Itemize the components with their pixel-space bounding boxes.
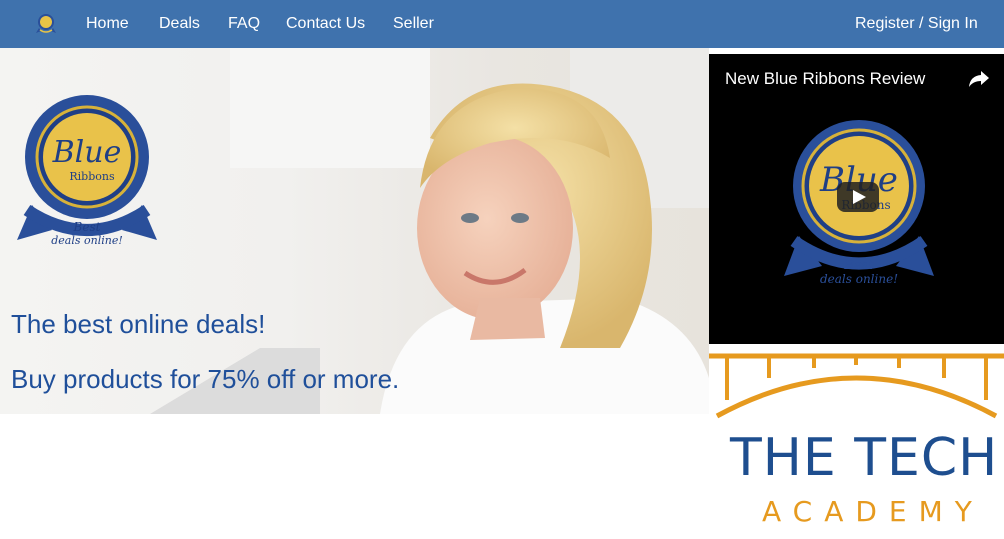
tech-academy-title: THE TECH [730,428,999,488]
video-title[interactable]: New Blue Ribbons Review [725,69,925,89]
badge-ribbons-text: Ribbons [69,170,115,183]
top-navbar: Home Deals FAQ Contact Us Seller Registe… [0,0,1004,48]
badge-best-text: Best [73,220,101,234]
nav-contact-link[interactable]: Contact Us [286,14,365,34]
video-embed[interactable]: New Blue Ribbons Review Blue Ribbons Bes… [709,54,1004,344]
badge-blue-text: Blue [52,135,122,170]
play-icon[interactable] [837,182,879,212]
badge-deals-text: deals online! [51,234,123,247]
share-arrow-icon[interactable] [968,67,990,89]
hero-headline: The best online deals! [11,309,266,339]
tech-academy-ad[interactable]: THE TECH ACADEMY [709,350,1004,539]
bridge-arch-icon [709,353,1004,419]
blue-ribbons-badge: Blue Ribbons Best deals online! [17,95,157,247]
video-badge-deals-text: deals online! [820,272,898,286]
nav-faq-link[interactable]: FAQ [228,14,260,34]
tech-academy-subtitle: ACADEMY [762,495,984,528]
hero-subheadline: Buy products for 75% off or more. [11,364,400,394]
video-badge-best-text: Best [843,258,874,273]
blue-ribbon-logo-icon[interactable] [33,11,59,37]
register-signin-link[interactable]: Register / Sign In [855,14,978,34]
nav-deals-link[interactable]: Deals [159,14,200,34]
hero-banner: Blue Ribbons Best deals online! The best… [0,48,709,414]
nav-seller-link[interactable]: Seller [393,14,434,34]
nav-home-link[interactable]: Home [86,14,129,34]
